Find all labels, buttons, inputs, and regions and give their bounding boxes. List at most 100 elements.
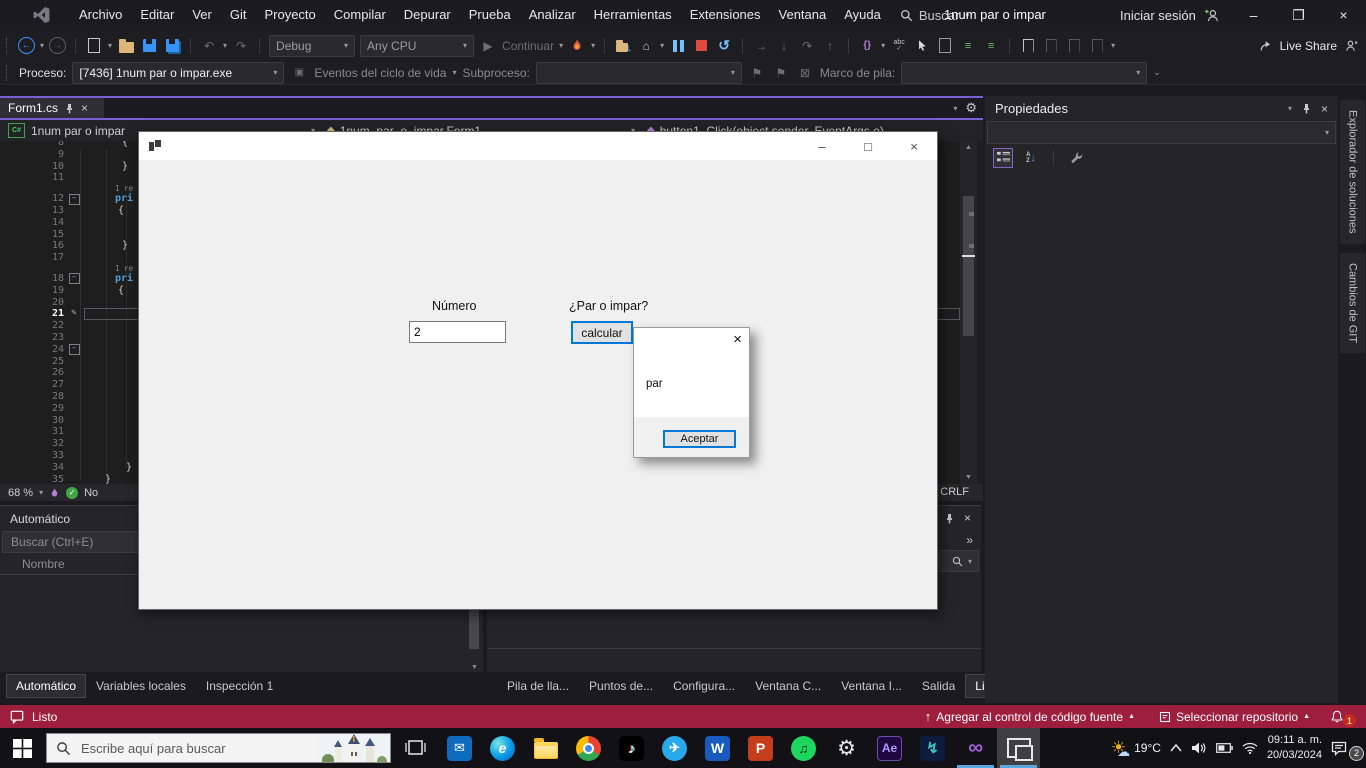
taskbar-clock[interactable]: 09:11 a. m. 20/03/2024: [1267, 733, 1322, 763]
scroll-down-icon[interactable]: ▼: [960, 474, 977, 481]
new-project-icon[interactable]: [88, 38, 100, 53]
navigate-back-icon[interactable]: ←: [18, 37, 35, 54]
menu-item[interactable]: Extensiones: [681, 0, 770, 30]
side-tab[interactable]: Explorador de soluciones: [1340, 100, 1365, 244]
feedback-icon[interactable]: [10, 710, 24, 724]
task-view-icon[interactable]: [405, 738, 426, 757]
fold-collapse-icon[interactable]: −: [69, 344, 80, 355]
stop-debugging-icon[interactable]: [696, 40, 707, 51]
find-in-files-icon[interactable]: [614, 37, 632, 55]
document-tab-form1[interactable]: Form1.cs ×: [0, 98, 104, 118]
taskbar-app-settings[interactable]: ⚙: [825, 728, 868, 768]
add-to-source-control-button[interactable]: Agregar al control de código fuente: [936, 710, 1123, 724]
step-out-icon[interactable]: ↷: [798, 37, 816, 55]
object-selector-dropdown[interactable]: ▾: [987, 121, 1336, 144]
toggle-bookmark-icon[interactable]: [1023, 39, 1034, 53]
menu-item[interactable]: Ventana: [770, 0, 836, 30]
weather-widget[interactable]: ☀ ☁ 19°C: [1111, 737, 1161, 760]
side-tab[interactable]: Cambios de GIT: [1340, 253, 1365, 353]
clear-bookmarks-icon[interactable]: [1092, 39, 1103, 53]
health-check-icon[interactable]: ✓: [66, 487, 78, 499]
debug-tab[interactable]: Pila de lla...: [497, 674, 579, 698]
taskbar-app-spotify[interactable]: ♫: [782, 728, 825, 768]
taskbar-app-file-explorer[interactable]: [524, 728, 567, 768]
restart-icon[interactable]: ↺: [715, 37, 733, 55]
property-pages-button[interactable]: [1066, 148, 1086, 168]
alphabetical-sort-button[interactable]: AZ↓: [1021, 148, 1041, 168]
calculate-button[interactable]: calcular: [571, 321, 633, 344]
menu-item[interactable]: Analizar: [520, 0, 585, 30]
format-document-icon[interactable]: [939, 38, 951, 53]
chevron-down-icon[interactable]: ▾: [660, 41, 664, 50]
chevron-down-icon[interactable]: ▾: [1111, 41, 1115, 50]
break-all-icon[interactable]: [673, 40, 684, 52]
menu-item[interactable]: Ayuda: [835, 0, 890, 30]
close-panel-icon[interactable]: ×: [1321, 103, 1328, 115]
dialog-ok-button[interactable]: Aceptar: [663, 430, 736, 448]
debug-tab[interactable]: Configura...: [663, 674, 745, 698]
lifecycle-events-label[interactable]: Eventos del ciclo de vida: [314, 66, 446, 80]
save-icon[interactable]: [143, 39, 156, 52]
continue-play-icon[interactable]: ▶: [479, 37, 497, 55]
volume-icon[interactable]: [1191, 741, 1207, 755]
chevron-down-icon[interactable]: ▾: [559, 41, 563, 50]
previous-bookmark-icon[interactable]: [1046, 39, 1057, 53]
close-panel-icon[interactable]: ×: [964, 512, 971, 524]
action-center-icon[interactable]: [1331, 741, 1347, 756]
menu-item[interactable]: Git: [221, 0, 256, 30]
stack-frame-dropdown[interactable]: ▾: [901, 62, 1147, 84]
cursor-select-icon[interactable]: [913, 37, 931, 55]
editor-options-gear-icon[interactable]: ⚙: [965, 100, 977, 116]
taskbar-app-telegram[interactable]: ✈: [653, 728, 696, 768]
menu-item[interactable]: Proyecto: [255, 0, 324, 30]
close-button[interactable]: ×: [1321, 0, 1366, 30]
open-file-icon[interactable]: [119, 42, 134, 53]
app-minimize-button[interactable]: –: [799, 132, 845, 160]
code-cleanup-icon[interactable]: {}: [858, 37, 876, 55]
menu-item[interactable]: Archivo: [70, 0, 131, 30]
sign-in-button[interactable]: Iniciar sesión: [1120, 0, 1220, 30]
hot-reload-status-icon[interactable]: [49, 487, 60, 499]
watch-tab[interactable]: Inspección 1: [196, 674, 283, 698]
debug-tab[interactable]: Salida: [912, 674, 965, 698]
start-button-icon[interactable]: [13, 739, 32, 758]
taskbar-app-after-effects[interactable]: Ae: [868, 728, 911, 768]
flag-icon[interactable]: ⚑: [748, 64, 766, 82]
chevron-down-icon[interactable]: ▾: [108, 41, 112, 50]
zoom-level-value[interactable]: 68 %: [8, 487, 33, 499]
taskbar-app-word[interactable]: W: [696, 728, 739, 768]
app-maximize-button[interactable]: □: [845, 132, 891, 160]
menu-item[interactable]: Editar: [131, 0, 183, 30]
app-close-button[interactable]: ×: [891, 132, 937, 160]
active-files-dropdown-icon[interactable]: ▾: [953, 104, 957, 113]
toolbar-overflow-icon[interactable]: ⌄: [1153, 67, 1161, 78]
step-over-icon[interactable]: →: [752, 37, 770, 55]
watch-tab[interactable]: Automático: [6, 674, 86, 698]
step-into-icon[interactable]: ↓: [775, 37, 793, 55]
categorized-view-button[interactable]: [993, 148, 1013, 168]
close-tab-icon[interactable]: ×: [81, 102, 88, 114]
fold-collapse-icon[interactable]: −: [69, 194, 80, 205]
live-share-button[interactable]: Live Share: [1259, 39, 1358, 53]
taskbar-app-powerpoint[interactable]: P: [739, 728, 782, 768]
minimize-button[interactable]: –: [1231, 0, 1276, 30]
autos-column-name[interactable]: Nombre: [22, 557, 65, 571]
lifecycle-events-icon[interactable]: ▣: [290, 64, 308, 82]
undo-icon[interactable]: ↶: [200, 37, 218, 55]
wifi-icon[interactable]: [1242, 742, 1258, 754]
taskbar-app-running-winforms-app[interactable]: [997, 728, 1040, 768]
spell-check-icon[interactable]: abc✓: [890, 37, 908, 55]
menu-item[interactable]: Compilar: [325, 0, 395, 30]
menu-item[interactable]: Depurar: [395, 0, 460, 30]
hidden-icons-chevron[interactable]: [1170, 744, 1182, 752]
subprocess-dropdown[interactable]: ▾: [536, 62, 742, 84]
taskbar-app-chrome[interactable]: [567, 728, 610, 768]
debug-tab[interactable]: Ventana I...: [831, 674, 912, 698]
flag-new-icon[interactable]: ⚑: [772, 64, 790, 82]
scroll-down-icon[interactable]: ▼: [468, 664, 481, 671]
scrollbar-thumb[interactable]: [963, 196, 974, 336]
indent-increase-icon[interactable]: ≡: [959, 37, 977, 55]
chevron-down-icon[interactable]: ▾: [452, 68, 456, 77]
show-output-window-icon[interactable]: ⌂: [637, 37, 655, 55]
editor-vertical-scrollbar[interactable]: ▲ ▼: [960, 141, 977, 484]
